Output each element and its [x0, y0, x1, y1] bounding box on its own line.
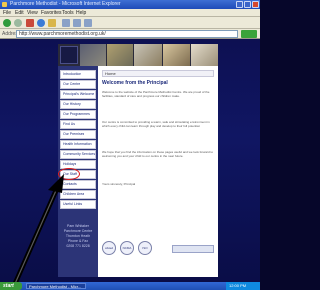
nav-item-welcome[interactable]: Principal's Welcome: [60, 90, 96, 99]
nav-item-useful-links[interactable]: Useful Links: [60, 200, 96, 209]
nav-item-our-centre[interactable]: Our Centre: [60, 80, 96, 89]
ofsted-badge: ofsted: [102, 241, 116, 255]
menu-tools[interactable]: Tools: [62, 10, 74, 16]
menu-bar: File Edit View Favorites Tools Help: [0, 9, 260, 17]
address-url: http://www.parchmoremethodist.org.uk/: [19, 31, 106, 37]
navigation-toolbar: [0, 17, 260, 29]
window-title: Parchmore Methodist - Microsoft Internet…: [10, 1, 121, 7]
browser-screen: Parchmore Methodist - Microsoft Internet…: [0, 0, 260, 290]
banner-photo: [163, 44, 190, 66]
address-bar: Address http://www.parchmoremethodist.or…: [0, 29, 260, 39]
maximize-button[interactable]: [244, 1, 251, 8]
minimize-button[interactable]: [236, 1, 243, 8]
site-banner: [58, 44, 218, 66]
address-input[interactable]: http://www.parchmoremethodist.org.uk/: [16, 30, 238, 38]
clock: 12:00 PM: [229, 283, 247, 288]
menu-help[interactable]: Help: [76, 10, 86, 16]
home-icon[interactable]: [48, 19, 56, 27]
welcome-paragraph: Our centre is committed to providing a w…: [102, 120, 210, 128]
main-content: Home Welcome from the Principal Welcome …: [102, 70, 214, 272]
nav-item-premises[interactable]: Our Premises: [60, 130, 96, 139]
banner-photo: [191, 44, 218, 66]
system-tray: 12:00 PM: [226, 282, 260, 290]
back-icon[interactable]: [3, 19, 11, 27]
favorites-icon[interactable]: [73, 19, 81, 27]
signature-paragraph: Yours sincerely, Principal: [102, 182, 136, 186]
browser-icon: [2, 2, 7, 7]
site-logo: [60, 46, 78, 64]
menu-edit[interactable]: Edit: [15, 10, 24, 16]
history-icon[interactable]: [84, 19, 92, 27]
stop-icon[interactable]: [26, 19, 34, 27]
taskbar-window-item[interactable]: Parchmore Methodist - Micr...: [26, 283, 86, 289]
ncma-badge: NCMA: [120, 241, 134, 255]
start-label: start: [3, 283, 14, 289]
contact-line: 0208 771 8228: [66, 244, 90, 248]
nav-item-children-area[interactable]: Children Area: [60, 190, 96, 199]
refresh-icon[interactable]: [37, 19, 45, 27]
nav-item-community[interactable]: Community Services: [60, 150, 96, 159]
nav-item-contacts[interactable]: Contacts: [60, 180, 96, 189]
go-button[interactable]: [241, 30, 257, 38]
nav-item-find-us[interactable]: Find Us: [60, 120, 96, 129]
page-heading: Welcome from the Principal: [102, 80, 168, 86]
forward-icon[interactable]: [14, 19, 22, 27]
nav-item-introduction[interactable]: Introduction: [60, 70, 96, 79]
nav-item-history[interactable]: Our History: [60, 100, 96, 109]
start-button[interactable]: start: [0, 282, 22, 290]
welcome-paragraph: Welcome to the website of the Parchmore …: [102, 90, 210, 98]
taskbar-window-label: Parchmore Methodist - Micr...: [29, 284, 82, 289]
window-titlebar: Parchmore Methodist - Microsoft Internet…: [0, 0, 260, 9]
contact-footer: Pam Whitaker Parchmore Centre Thornton H…: [60, 224, 96, 264]
highlight-circle: [58, 168, 80, 180]
nav-item-programmes[interactable]: Our Programmes: [60, 110, 96, 119]
menu-favorites[interactable]: Favorites: [41, 10, 62, 16]
iso-badge: ISO: [138, 241, 152, 255]
breadcrumb-label: Home: [105, 71, 116, 76]
banner-photo: [80, 44, 106, 66]
search-icon[interactable]: [62, 19, 70, 27]
welcome-paragraph: We hope that you find the information on…: [102, 150, 214, 158]
windows-taskbar: start Parchmore Methodist - Micr... 12:0…: [0, 282, 260, 290]
close-button[interactable]: [252, 1, 259, 8]
website-frame: Introduction Our Centre Principal's Welc…: [58, 44, 218, 277]
nav-item-health[interactable]: Health Information: [60, 140, 96, 149]
menu-file[interactable]: File: [3, 10, 11, 16]
banner-photo: [107, 44, 133, 66]
partner-logo: [172, 245, 214, 253]
menu-view[interactable]: View: [27, 10, 38, 16]
banner-photo: [134, 44, 162, 66]
breadcrumb: Home: [102, 70, 214, 77]
